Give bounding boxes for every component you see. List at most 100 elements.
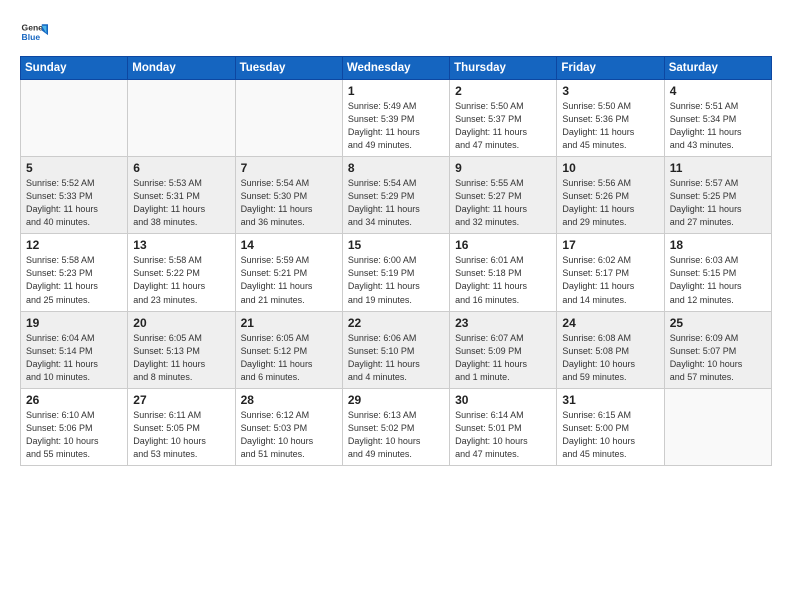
day-header-thursday: Thursday — [450, 57, 557, 80]
day-number: 9 — [455, 161, 551, 175]
day-number: 1 — [348, 84, 444, 98]
svg-text:Blue: Blue — [22, 32, 41, 42]
day-number: 4 — [670, 84, 766, 98]
calendar-day-cell — [235, 80, 342, 157]
day-info: Sunrise: 6:01 AM Sunset: 5:18 PM Dayligh… — [455, 254, 551, 306]
day-number: 7 — [241, 161, 337, 175]
day-number: 23 — [455, 316, 551, 330]
day-info: Sunrise: 6:11 AM Sunset: 5:05 PM Dayligh… — [133, 409, 229, 461]
day-number: 29 — [348, 393, 444, 407]
day-info: Sunrise: 6:15 AM Sunset: 5:00 PM Dayligh… — [562, 409, 658, 461]
day-info: Sunrise: 6:00 AM Sunset: 5:19 PM Dayligh… — [348, 254, 444, 306]
day-number: 14 — [241, 238, 337, 252]
calendar-day-cell: 7Sunrise: 5:54 AM Sunset: 5:30 PM Daylig… — [235, 157, 342, 234]
day-number: 8 — [348, 161, 444, 175]
calendar-day-cell: 1Sunrise: 5:49 AM Sunset: 5:39 PM Daylig… — [342, 80, 449, 157]
day-info: Sunrise: 6:07 AM Sunset: 5:09 PM Dayligh… — [455, 332, 551, 384]
calendar-week-row: 12 Sunrise: 5:58 AM Sunset: 5:23 PM Dayli… — [21, 234, 772, 311]
day-header-wednesday: Wednesday — [342, 57, 449, 80]
day-info: Sunrise: 5:55 AM Sunset: 5:27 PM Dayligh… — [455, 177, 551, 229]
day-info: Sunrise: 5:58 AM Sunset: 5:22 PM Dayligh… — [133, 254, 229, 306]
calendar-day-cell: 4 Sunrise: 5:51 AM Sunset: 5:34 PM Daylig… — [664, 80, 771, 157]
calendar-day-cell: 16 Sunrise: 6:01 AM Sunset: 5:18 PM Dayli… — [450, 234, 557, 311]
day-info: Sunrise: 6:03 AM Sunset: 5:15 PM Dayligh… — [670, 254, 766, 306]
day-number: 20 — [133, 316, 229, 330]
day-info: Sunrise: 5:52 AM Sunset: 5:33 PM Dayligh… — [26, 177, 122, 229]
calendar-day-cell: 28 Sunrise: 6:12 AM Sunset: 5:03 PM Dayli… — [235, 388, 342, 465]
calendar-day-cell: 8 Sunrise: 5:54 AM Sunset: 5:29 PM Daylig… — [342, 157, 449, 234]
calendar-header-row: SundayMondayTuesdayWednesdayThursdayFrid… — [21, 57, 772, 80]
day-info: Sunrise: 5:50 AM Sunset: 5:37 PM Dayligh… — [455, 100, 551, 152]
day-number: 17 — [562, 238, 658, 252]
calendar-day-cell: 12 Sunrise: 5:58 AM Sunset: 5:23 PM Dayli… — [21, 234, 128, 311]
calendar-day-cell: 31 Sunrise: 6:15 AM Sunset: 5:00 PM Dayli… — [557, 388, 664, 465]
calendar-day-cell — [128, 80, 235, 157]
calendar-day-cell: 30 Sunrise: 6:14 AM Sunset: 5:01 PM Dayli… — [450, 388, 557, 465]
calendar-day-cell: 25Sunrise: 6:09 AM Sunset: 5:07 PM Dayli… — [664, 311, 771, 388]
day-info: Sunrise: 6:04 AM Sunset: 5:14 PM Dayligh… — [26, 332, 122, 384]
calendar-week-row: 19 Sunrise: 6:04 AM Sunset: 5:14 PM Dayli… — [21, 311, 772, 388]
day-number: 19 — [26, 316, 122, 330]
day-info: Sunrise: 5:58 AM Sunset: 5:23 PM Dayligh… — [26, 254, 122, 306]
day-info: Sunrise: 6:05 AM Sunset: 5:12 PM Dayligh… — [241, 332, 337, 384]
calendar-day-cell: 21 Sunrise: 6:05 AM Sunset: 5:12 PM Dayli… — [235, 311, 342, 388]
calendar-day-cell: 15 Sunrise: 6:00 AM Sunset: 5:19 PM Dayli… — [342, 234, 449, 311]
day-number: 13 — [133, 238, 229, 252]
calendar-day-cell: 3Sunrise: 5:50 AM Sunset: 5:36 PM Daylig… — [557, 80, 664, 157]
calendar-table: SundayMondayTuesdayWednesdayThursdayFrid… — [20, 56, 772, 466]
day-info: Sunrise: 5:59 AM Sunset: 5:21 PM Dayligh… — [241, 254, 337, 306]
day-info: Sunrise: 6:02 AM Sunset: 5:17 PM Dayligh… — [562, 254, 658, 306]
day-number: 6 — [133, 161, 229, 175]
day-header-friday: Friday — [557, 57, 664, 80]
calendar-day-cell: 11Sunrise: 5:57 AM Sunset: 5:25 PM Dayli… — [664, 157, 771, 234]
day-header-sunday: Sunday — [21, 57, 128, 80]
calendar-day-cell: 23 Sunrise: 6:07 AM Sunset: 5:09 PM Dayli… — [450, 311, 557, 388]
calendar-day-cell: 20 Sunrise: 6:05 AM Sunset: 5:13 PM Dayli… — [128, 311, 235, 388]
calendar-day-cell: 17 Sunrise: 6:02 AM Sunset: 5:17 PM Dayli… — [557, 234, 664, 311]
day-number: 12 — [26, 238, 122, 252]
day-info: Sunrise: 6:06 AM Sunset: 5:10 PM Dayligh… — [348, 332, 444, 384]
calendar-day-cell: 10 Sunrise: 5:56 AM Sunset: 5:26 PM Dayli… — [557, 157, 664, 234]
day-number: 16 — [455, 238, 551, 252]
day-number: 21 — [241, 316, 337, 330]
calendar-day-cell — [21, 80, 128, 157]
calendar-day-cell: 27 Sunrise: 6:11 AM Sunset: 5:05 PM Dayli… — [128, 388, 235, 465]
day-number: 11 — [670, 161, 766, 175]
calendar-day-cell: 13 Sunrise: 5:58 AM Sunset: 5:22 PM Dayli… — [128, 234, 235, 311]
day-number: 30 — [455, 393, 551, 407]
day-header-tuesday: Tuesday — [235, 57, 342, 80]
calendar-day-cell: 14 Sunrise: 5:59 AM Sunset: 5:21 PM Dayli… — [235, 234, 342, 311]
day-info: Sunrise: 6:14 AM Sunset: 5:01 PM Dayligh… — [455, 409, 551, 461]
page-header: General Blue — [20, 18, 772, 46]
calendar-day-cell: 19 Sunrise: 6:04 AM Sunset: 5:14 PM Dayli… — [21, 311, 128, 388]
calendar-day-cell: 5Sunrise: 5:52 AM Sunset: 5:33 PM Daylig… — [21, 157, 128, 234]
day-info: Sunrise: 6:12 AM Sunset: 5:03 PM Dayligh… — [241, 409, 337, 461]
day-header-monday: Monday — [128, 57, 235, 80]
day-number: 22 — [348, 316, 444, 330]
day-info: Sunrise: 5:53 AM Sunset: 5:31 PM Dayligh… — [133, 177, 229, 229]
day-info: Sunrise: 5:56 AM Sunset: 5:26 PM Dayligh… — [562, 177, 658, 229]
day-number: 28 — [241, 393, 337, 407]
calendar-day-cell: 2Sunrise: 5:50 AM Sunset: 5:37 PM Daylig… — [450, 80, 557, 157]
day-number: 31 — [562, 393, 658, 407]
day-number: 27 — [133, 393, 229, 407]
logo: General Blue — [20, 18, 48, 46]
calendar-day-cell: 26 Sunrise: 6:10 AM Sunset: 5:06 PM Dayli… — [21, 388, 128, 465]
day-number: 18 — [670, 238, 766, 252]
day-info: Sunrise: 6:05 AM Sunset: 5:13 PM Dayligh… — [133, 332, 229, 384]
day-info: Sunrise: 5:51 AM Sunset: 5:34 PM Dayligh… — [670, 100, 766, 152]
day-number: 24 — [562, 316, 658, 330]
day-info: Sunrise: 6:13 AM Sunset: 5:02 PM Dayligh… — [348, 409, 444, 461]
day-info: Sunrise: 6:08 AM Sunset: 5:08 PM Dayligh… — [562, 332, 658, 384]
day-number: 15 — [348, 238, 444, 252]
day-number: 25 — [670, 316, 766, 330]
calendar-day-cell: 24 Sunrise: 6:08 AM Sunset: 5:08 PM Dayli… — [557, 311, 664, 388]
calendar-day-cell: 9 Sunrise: 5:55 AM Sunset: 5:27 PM Daylig… — [450, 157, 557, 234]
calendar-week-row: 26 Sunrise: 6:10 AM Sunset: 5:06 PM Dayli… — [21, 388, 772, 465]
day-header-saturday: Saturday — [664, 57, 771, 80]
day-number: 26 — [26, 393, 122, 407]
logo-icon: General Blue — [20, 18, 48, 46]
day-info: Sunrise: 6:10 AM Sunset: 5:06 PM Dayligh… — [26, 409, 122, 461]
day-number: 10 — [562, 161, 658, 175]
day-info: Sunrise: 5:54 AM Sunset: 5:29 PM Dayligh… — [348, 177, 444, 229]
